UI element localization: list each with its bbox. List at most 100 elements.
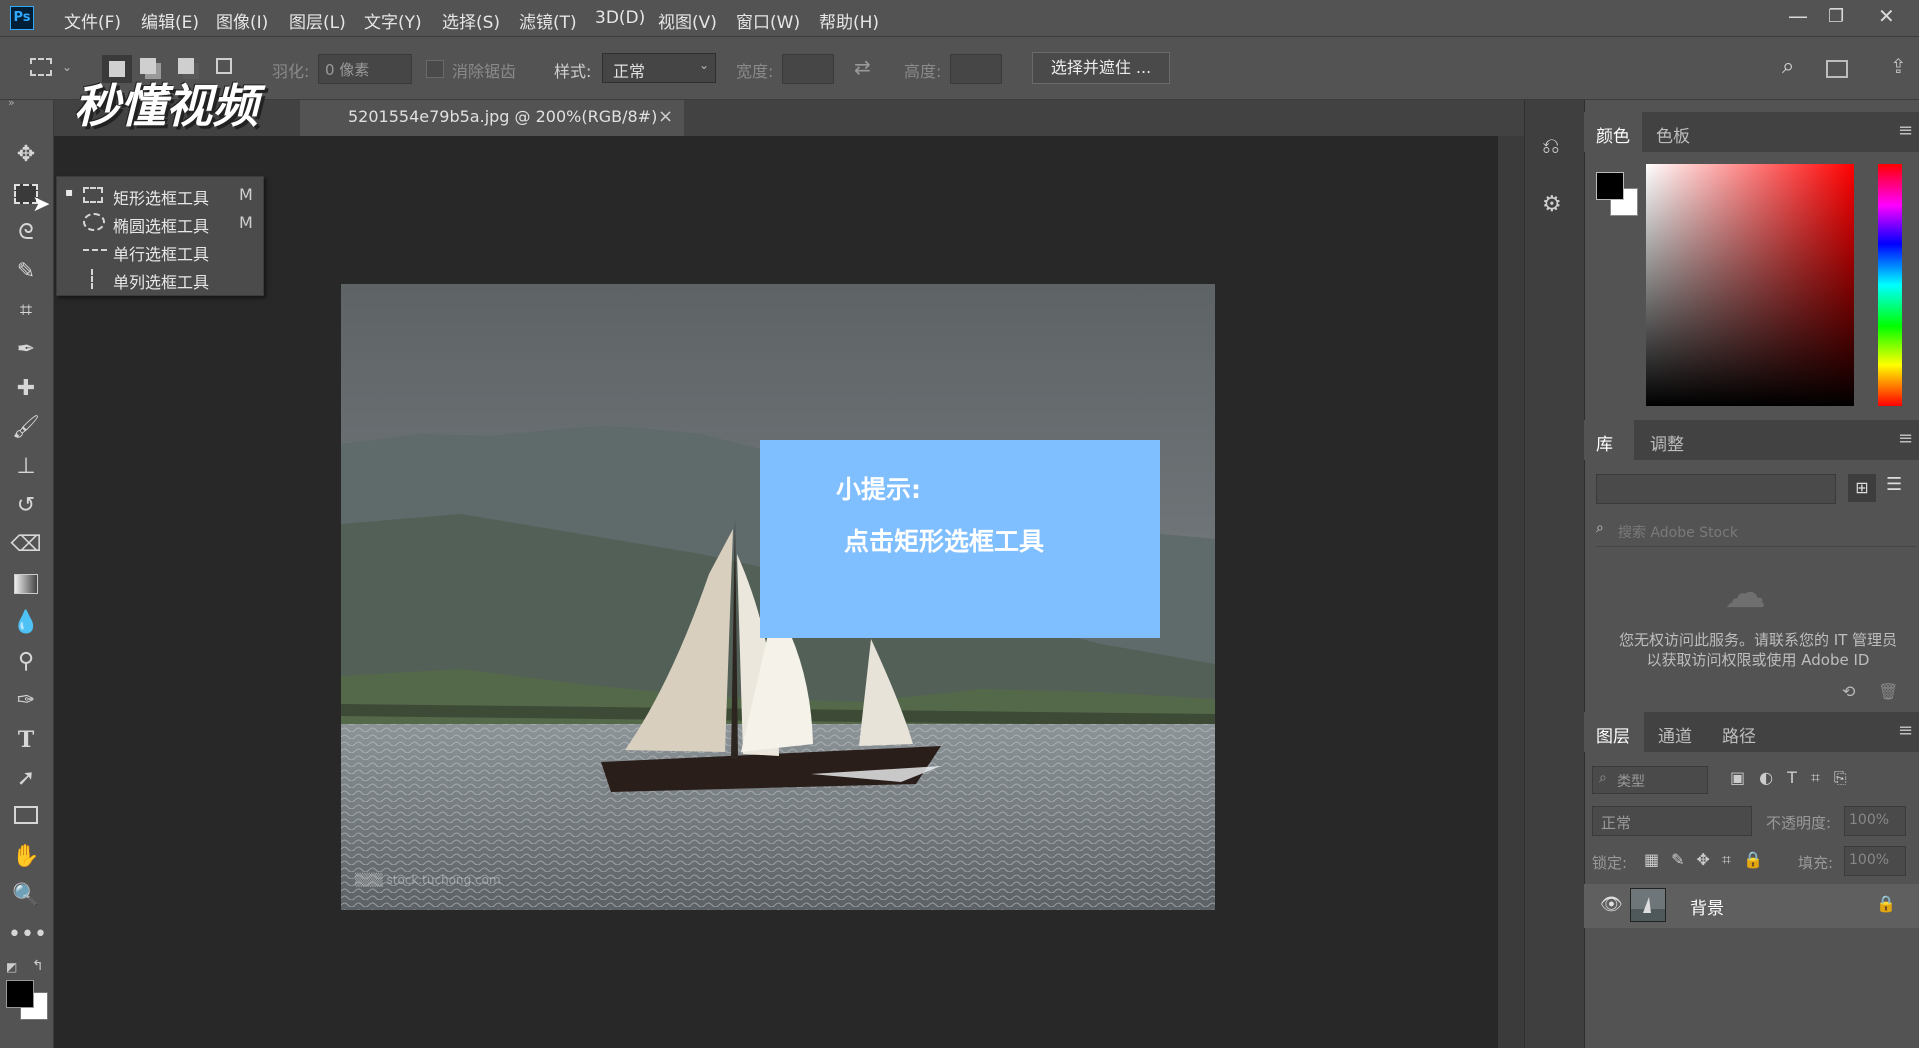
panel-menu-icon[interactable]: ≡ (1898, 428, 1913, 449)
flyout-item-label: 单行选框工具 (113, 245, 210, 264)
layer-row[interactable]: 👁 背景 🔒 (1584, 884, 1919, 928)
marquee-preset-icon[interactable] (30, 58, 52, 76)
flyout-item-shortcut: M (239, 213, 253, 232)
grid-view-icon[interactable]: ⊞ (1848, 474, 1876, 502)
flyout-item-rect-marquee[interactable]: ▪ 矩形选框工具 M (57, 181, 263, 209)
list-view-icon[interactable]: ☰ (1886, 474, 1902, 495)
document-title: 5201554e79b5a.jpg @ 200%(RGB/8#) (348, 107, 658, 126)
pen-tool-icon[interactable]: ✑ (8, 684, 44, 718)
menu-view[interactable]: 视图(V) (658, 8, 717, 33)
search-icon[interactable]: ⌕ (1782, 54, 1794, 79)
blur-tool-icon[interactable]: 💧 (8, 606, 44, 640)
tab-swatches[interactable]: 色板 (1656, 122, 1690, 147)
dodge-tool-icon[interactable]: ⚲ (8, 645, 44, 679)
healing-brush-tool-icon[interactable]: ✚ (8, 372, 44, 406)
library-select[interactable] (1596, 474, 1836, 504)
menu-layer[interactable]: 图层(L) (289, 8, 346, 33)
height-label: 高度: (904, 62, 942, 81)
properties-panel-icon[interactable]: ⚙ (1542, 192, 1562, 217)
layer-filter-select[interactable]: ⌕ 类型 (1592, 766, 1708, 794)
tab-paths[interactable]: 路径 (1722, 722, 1756, 747)
collapse-toolbar-icon[interactable]: » (8, 96, 15, 109)
opacity-input[interactable]: 100% (1844, 806, 1906, 836)
lasso-tool-icon[interactable]: ᘓ (8, 216, 44, 250)
color-field[interactable] (1646, 164, 1854, 406)
layer-lock-icon: 🔒 (1876, 894, 1896, 913)
swap-colors-icon[interactable]: ↰ (32, 958, 44, 974)
flyout-item-single-column[interactable]: 单列选框工具 (57, 265, 263, 293)
panel-menu-icon[interactable]: ≡ (1898, 720, 1913, 741)
photo-watermark: ▒▒▒ stock.tuchong.com (355, 872, 501, 887)
trash-icon[interactable]: 🗑 (1878, 682, 1898, 701)
antialias-checkbox[interactable] (426, 60, 444, 78)
tab-channels[interactable]: 通道 (1658, 722, 1692, 747)
feather-input[interactable]: 0 像素 (318, 54, 412, 84)
width-input[interactable] (782, 54, 834, 84)
close-tab-icon[interactable]: × (658, 106, 673, 127)
more-tools-icon[interactable]: ••• (8, 918, 47, 952)
menu-3d[interactable]: 3D(D) (595, 8, 645, 28)
visibility-eye-icon[interactable]: 👁 (1600, 894, 1623, 915)
foreground-color-chip[interactable] (1596, 172, 1624, 200)
move-tool-icon[interactable]: ✥ (8, 138, 44, 172)
clone-stamp-tool-icon[interactable]: ⊥ (8, 450, 44, 484)
layer-filter-icons[interactable]: ▣◐T⌗⎘ (1730, 768, 1861, 788)
rectangle-tool-icon[interactable] (14, 806, 38, 824)
restore-button[interactable]: ❐ (1828, 6, 1844, 27)
foreground-color-swatch[interactable] (6, 980, 34, 1008)
style-select[interactable]: 正常 ⌄ (602, 53, 716, 83)
tab-layers[interactable]: 图层 (1596, 722, 1630, 747)
minimize-button[interactable]: — (1788, 4, 1808, 28)
lock-options-icons[interactable]: ▦✎✥⌗🔒 (1644, 850, 1775, 870)
hue-slider[interactable] (1878, 164, 1902, 406)
type-tool-icon[interactable]: T (8, 723, 44, 757)
menu-select[interactable]: 选择(S) (442, 8, 500, 33)
layer-filter-label: 类型 (1617, 774, 1645, 790)
ellipse-marquee-icon (83, 213, 105, 231)
menu-window[interactable]: 窗口(W) (736, 8, 800, 33)
flyout-item-single-row[interactable]: 单行选框工具 (57, 237, 263, 265)
share-icon[interactable]: ⇪ (1890, 54, 1907, 78)
quick-select-tool-icon[interactable]: ✎ (8, 255, 44, 289)
marquee-tools-flyout: ▪ 矩形选框工具 M 椭圆选框工具 M 单行选框工具 单列选框工具 (56, 176, 264, 296)
menu-edit[interactable]: 编辑(E) (141, 8, 199, 33)
default-colors-icon[interactable]: ◩ (6, 960, 17, 974)
select-and-mask-button[interactable]: 选择并遮住 ... (1032, 52, 1170, 84)
sync-icon[interactable]: ⟲ (1842, 682, 1855, 701)
tab-libraries[interactable]: 库 (1596, 430, 1613, 455)
stock-search-field[interactable]: ⌕ 搜索 Adobe Stock (1596, 518, 1916, 547)
swap-icon[interactable]: ⇄ (854, 55, 871, 79)
tip-title: 小提示: (836, 475, 921, 504)
single-row-marquee-icon (83, 249, 107, 251)
menu-filter[interactable]: 滤镜(T) (519, 8, 577, 33)
history-brush-tool-icon[interactable]: ↺ (8, 489, 44, 523)
tab-color[interactable]: 颜色 (1596, 122, 1630, 147)
menu-type[interactable]: 文字(Y) (364, 8, 422, 33)
zoom-tool-icon[interactable]: 🔍 (8, 879, 44, 913)
close-window-button[interactable]: ✕ (1878, 4, 1895, 28)
fill-input[interactable]: 100% (1844, 846, 1906, 876)
blend-mode-select[interactable]: 正常 (1592, 806, 1752, 836)
search-icon: ⌕ (1599, 770, 1607, 786)
path-select-tool-icon[interactable]: ➚ (8, 762, 44, 796)
eraser-tool-icon[interactable]: ⌫ (8, 528, 44, 562)
fill-label: 填充: (1798, 854, 1834, 872)
hand-tool-icon[interactable]: ✋ (8, 840, 44, 874)
brush-tool-icon[interactable]: 🖌 (8, 411, 44, 445)
menu-image[interactable]: 图像(I) (216, 8, 268, 33)
style-select-value: 正常 (613, 62, 646, 81)
chevron-down-icon[interactable]: ⌄ (62, 60, 72, 74)
workspace-icon[interactable] (1826, 60, 1848, 78)
document-tab[interactable]: 5201554e79b5a.jpg @ 200%(RGB/8#) × (300, 100, 684, 136)
vertical-scrollbar[interactable] (1498, 136, 1524, 1048)
gradient-tool-icon[interactable] (14, 574, 38, 594)
menu-file[interactable]: 文件(F) (64, 8, 121, 33)
tab-adjustments[interactable]: 调整 (1650, 430, 1684, 455)
panel-menu-icon[interactable]: ≡ (1898, 120, 1913, 141)
menu-help[interactable]: 帮助(H) (819, 8, 879, 33)
history-panel-icon[interactable]: ⎌ (1542, 134, 1560, 159)
height-input[interactable] (950, 54, 1002, 84)
crop-tool-icon[interactable]: ⌗ (8, 294, 44, 328)
eyedropper-tool-icon[interactable]: ✒ (8, 333, 44, 367)
flyout-item-ellipse-marquee[interactable]: 椭圆选框工具 M (57, 209, 263, 237)
